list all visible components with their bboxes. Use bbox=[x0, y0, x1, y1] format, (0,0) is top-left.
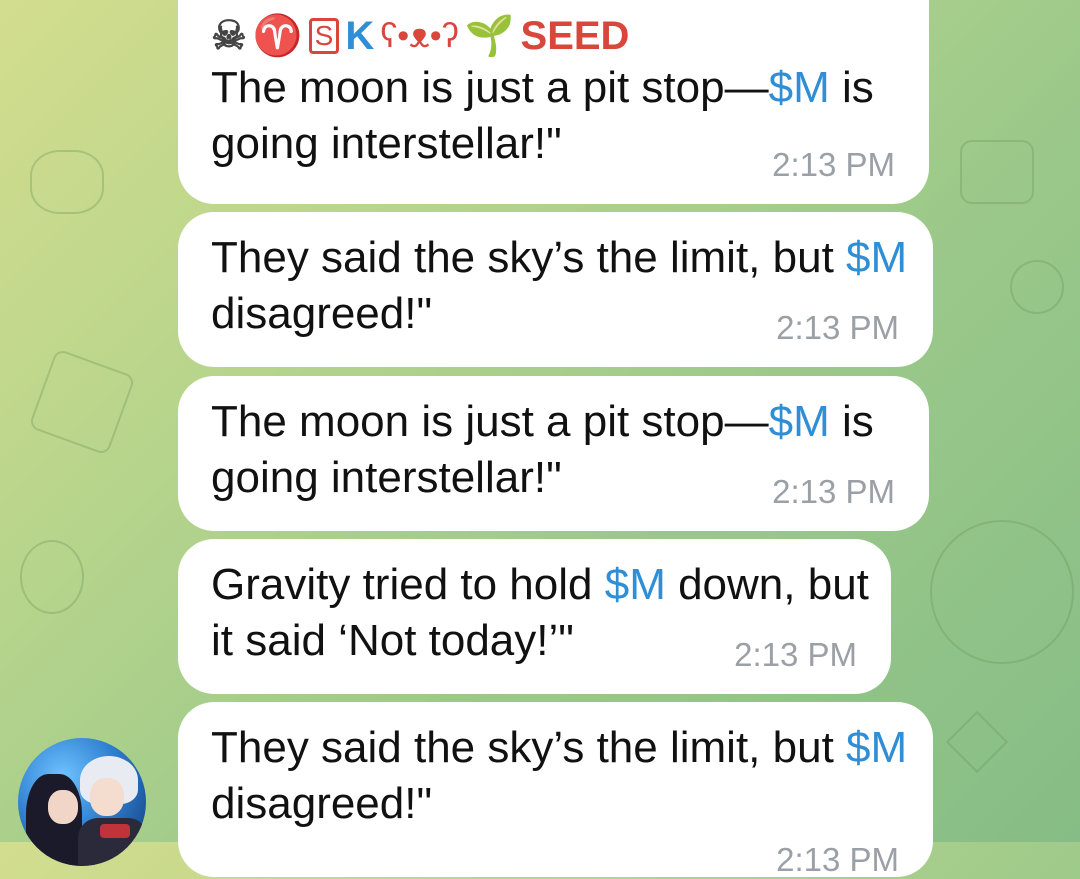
message-time: 2:13 PM bbox=[776, 309, 899, 346]
background-doodle bbox=[20, 540, 84, 614]
skull-and-crossbones-icon: ☠ bbox=[211, 14, 247, 58]
message-bubble[interactable]: Gravity tried to hold $M down, but it sa… bbox=[178, 539, 891, 694]
message-time: 2:13 PM bbox=[772, 146, 895, 183]
ticker-link[interactable]: $M bbox=[769, 397, 830, 446]
message-bubble[interactable]: They said the sky’s the limit, but $M di… bbox=[178, 212, 933, 367]
message-bubble[interactable]: The moon is just a pit stop—$M is going … bbox=[178, 376, 929, 531]
message-time: 2:13 PM bbox=[734, 636, 857, 673]
sender-name-label: SEED bbox=[520, 14, 630, 58]
background-doodle bbox=[945, 710, 1009, 774]
message-text: They said the sky’s the limit, but $M di… bbox=[211, 723, 908, 828]
background-doodle bbox=[1010, 260, 1064, 314]
background-doodle bbox=[960, 140, 1034, 204]
ticker-link[interactable]: $M bbox=[846, 723, 907, 772]
ticker-link[interactable]: $M bbox=[846, 233, 907, 282]
s-square-icon: S bbox=[308, 18, 340, 54]
background-doodle bbox=[30, 150, 104, 214]
message-bubble[interactable]: They said the sky’s the limit, but $M di… bbox=[178, 702, 933, 878]
ticker-link[interactable]: $M bbox=[769, 63, 830, 112]
background-doodle bbox=[28, 348, 136, 456]
avatar-art bbox=[100, 824, 130, 838]
bear-face-icon: ʕ•ᴥ•ʔ bbox=[380, 17, 459, 55]
background-doodle bbox=[930, 520, 1074, 664]
message-time: 2:13 PM bbox=[776, 841, 899, 878]
sender-k-letter: K bbox=[345, 14, 375, 58]
avatar-art bbox=[48, 790, 78, 824]
avatar-art bbox=[90, 778, 124, 816]
aries-icon: ♈ bbox=[252, 14, 303, 58]
sender-name[interactable]: ☠ ♈ S K ʕ•ᴥ•ʔ 🌱 SEED bbox=[211, 14, 895, 58]
message-bubble[interactable]: ☠ ♈ S K ʕ•ᴥ•ʔ 🌱 SEED The moon is just a … bbox=[178, 0, 929, 204]
sprout-icon: 🌱 bbox=[464, 14, 515, 58]
message-time: 2:13 PM bbox=[772, 473, 895, 510]
ticker-link[interactable]: $M bbox=[605, 560, 666, 609]
avatar[interactable] bbox=[18, 738, 146, 866]
